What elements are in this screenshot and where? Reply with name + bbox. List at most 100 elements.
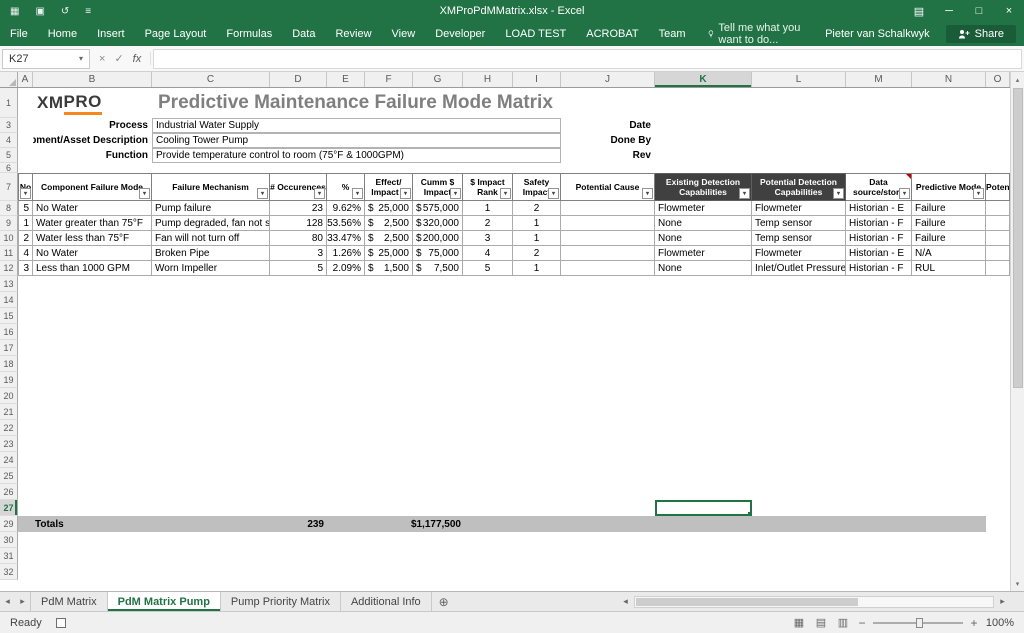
row-header-10[interactable]: 10 (0, 231, 18, 246)
cell-H8[interactable]: 1 (463, 201, 513, 216)
filter-button-N[interactable]: ▾ (973, 188, 984, 199)
ribbon-tab-formulas[interactable]: Formulas (216, 22, 282, 46)
filter-button-M[interactable]: ▾ (899, 188, 910, 199)
filter-button-J[interactable]: ▾ (642, 188, 653, 199)
cell-F10[interactable]: $2,500 (365, 231, 413, 246)
filter-button-D[interactable]: ▾ (314, 188, 325, 199)
cell-B8[interactable]: No Water (33, 201, 152, 216)
table-header-L[interactable]: Potential DetectionCapabilities▾ (752, 173, 846, 201)
cell-A10[interactable]: 2 (18, 231, 33, 246)
table-header-J[interactable]: Potential Cause▾ (561, 173, 655, 201)
cell-N10[interactable]: Failure (912, 231, 986, 246)
totals-row-band[interactable]: Totals239$1,177,500 (18, 516, 986, 532)
cell-F12[interactable]: $1,500 (365, 261, 413, 276)
scroll-up-icon[interactable]: ▴ (1011, 72, 1024, 87)
column-header-E[interactable]: E (327, 72, 365, 87)
cell-O10[interactable] (986, 231, 1010, 246)
filter-button-C[interactable]: ▾ (257, 188, 268, 199)
name-box-dropdown-icon[interactable]: ▾ (73, 54, 89, 63)
cell-C9[interactable]: Pump degraded, fan not starting (152, 216, 270, 231)
insert-function-icon[interactable]: fx (133, 53, 142, 65)
cell-J8[interactable] (561, 201, 655, 216)
table-header-C[interactable]: Failure Mechanism▾ (152, 173, 270, 201)
cell-B5[interactable]: Function (33, 148, 152, 163)
sheet-nav-right-icon[interactable]: ▸ (15, 592, 30, 611)
cell-C10[interactable]: Fan will not turn off (152, 231, 270, 246)
cell-E12[interactable]: 2.09% (327, 261, 365, 276)
cell-J3[interactable]: Date (561, 118, 655, 133)
cell-H10[interactable]: 3 (463, 231, 513, 246)
row-header-31[interactable]: 31 (0, 548, 18, 564)
column-header-O[interactable]: O (986, 72, 1010, 87)
cell-H9[interactable]: 2 (463, 216, 513, 231)
table-header-I[interactable]: SafetyImpact▾ (513, 173, 561, 201)
row-header-17[interactable]: 17 (0, 340, 18, 356)
table-header-O[interactable]: Poten (986, 173, 1010, 201)
cell-E9[interactable]: 53.56% (327, 216, 365, 231)
ribbon-tab-file[interactable]: File (0, 22, 38, 46)
macro-record-icon[interactable] (56, 618, 66, 628)
horizontal-scroll-thumb[interactable] (636, 598, 858, 606)
excel-app-icon[interactable]: ▦ (10, 6, 19, 17)
row-header-6[interactable]: 6 (0, 163, 18, 173)
cell-M10[interactable]: Historian - F (846, 231, 912, 246)
name-box[interactable]: K27 ▾ (2, 49, 90, 69)
cell-K27[interactable] (655, 500, 752, 516)
ribbon-tab-insert[interactable]: Insert (87, 22, 135, 46)
row-header-32[interactable]: 32 (0, 564, 18, 580)
sheet-doc-title[interactable]: Predictive Maintenance Failure Mode Matr… (152, 88, 1010, 118)
sheet-tab-additional-info[interactable]: Additional Info (341, 592, 432, 611)
save-icon[interactable]: ▣ (35, 6, 44, 17)
cell-L10[interactable]: Temp sensor (752, 231, 846, 246)
cell-M9[interactable]: Historian - F (846, 216, 912, 231)
cell-G12[interactable]: $7,500 (413, 261, 463, 276)
cell-B3[interactable]: Process (33, 118, 152, 133)
new-sheet-button[interactable]: ⊕ (432, 592, 456, 611)
cell-M12[interactable]: Historian - F (846, 261, 912, 276)
column-header-C[interactable]: C (152, 72, 270, 87)
sheet-tab-pdm-matrix-pump[interactable]: PdM Matrix Pump (108, 592, 221, 611)
filter-button-L[interactable]: ▾ (833, 188, 844, 199)
cancel-icon[interactable]: × (99, 53, 105, 65)
zoom-level[interactable]: 100% (982, 617, 1024, 629)
cell-G8[interactable]: $575,000 (413, 201, 463, 216)
row-header-29[interactable]: 29 (0, 516, 18, 532)
cell-A9[interactable]: 1 (18, 216, 33, 231)
filter-button-I[interactable]: ▾ (548, 188, 559, 199)
cell-K10[interactable]: None (655, 231, 752, 246)
cell-C12[interactable]: Worn Impeller (152, 261, 270, 276)
cell-O8[interactable] (986, 201, 1010, 216)
table-header-A[interactable]: No▾ (18, 173, 33, 201)
cell-I12[interactable]: 1 (513, 261, 561, 276)
horizontal-scrollbar[interactable]: ◂ ▸ (618, 592, 1010, 611)
cell-C11[interactable]: Broken Pipe (152, 246, 270, 261)
row-header-12[interactable]: 12 (0, 261, 18, 276)
ribbon-tab-home[interactable]: Home (38, 22, 87, 46)
cell-O11[interactable] (986, 246, 1010, 261)
cell-B12[interactable]: Less than 1000 GPM (33, 261, 152, 276)
zoom-slider[interactable] (873, 622, 963, 624)
cell-K9[interactable]: None (655, 216, 752, 231)
qat-customize-icon[interactable]: ≡ (85, 6, 91, 17)
zoom-slider-thumb[interactable] (916, 618, 923, 628)
cell-D8[interactable]: 23 (270, 201, 327, 216)
column-header-I[interactable]: I (513, 72, 561, 87)
column-header-B[interactable]: B (33, 72, 152, 87)
table-header-M[interactable]: Datasource/store▾ (846, 173, 912, 201)
filter-button-G[interactable]: ▾ (450, 188, 461, 199)
row-header-15[interactable]: 15 (0, 308, 18, 324)
page-layout-view-icon[interactable]: ▤ (810, 616, 832, 629)
cell-M11[interactable]: Historian - E (846, 246, 912, 261)
cell-E10[interactable]: 33.47% (327, 231, 365, 246)
enter-icon[interactable]: ✓ (114, 52, 123, 65)
sheet-tab-pump-priority-matrix[interactable]: Pump Priority Matrix (221, 592, 341, 611)
filter-button-E[interactable]: ▾ (352, 188, 363, 199)
column-header-G[interactable]: G (413, 72, 463, 87)
table-header-N[interactable]: Predictive Mode▾ (912, 173, 986, 201)
cell-H12[interactable]: 5 (463, 261, 513, 276)
cell-I10[interactable]: 1 (513, 231, 561, 246)
vertical-scrollbar[interactable]: ▴ ▾ (1010, 72, 1024, 591)
row-header-4[interactable]: 4 (0, 133, 18, 148)
cell-D9[interactable]: 128 (270, 216, 327, 231)
row-header-8[interactable]: 8 (0, 201, 18, 216)
